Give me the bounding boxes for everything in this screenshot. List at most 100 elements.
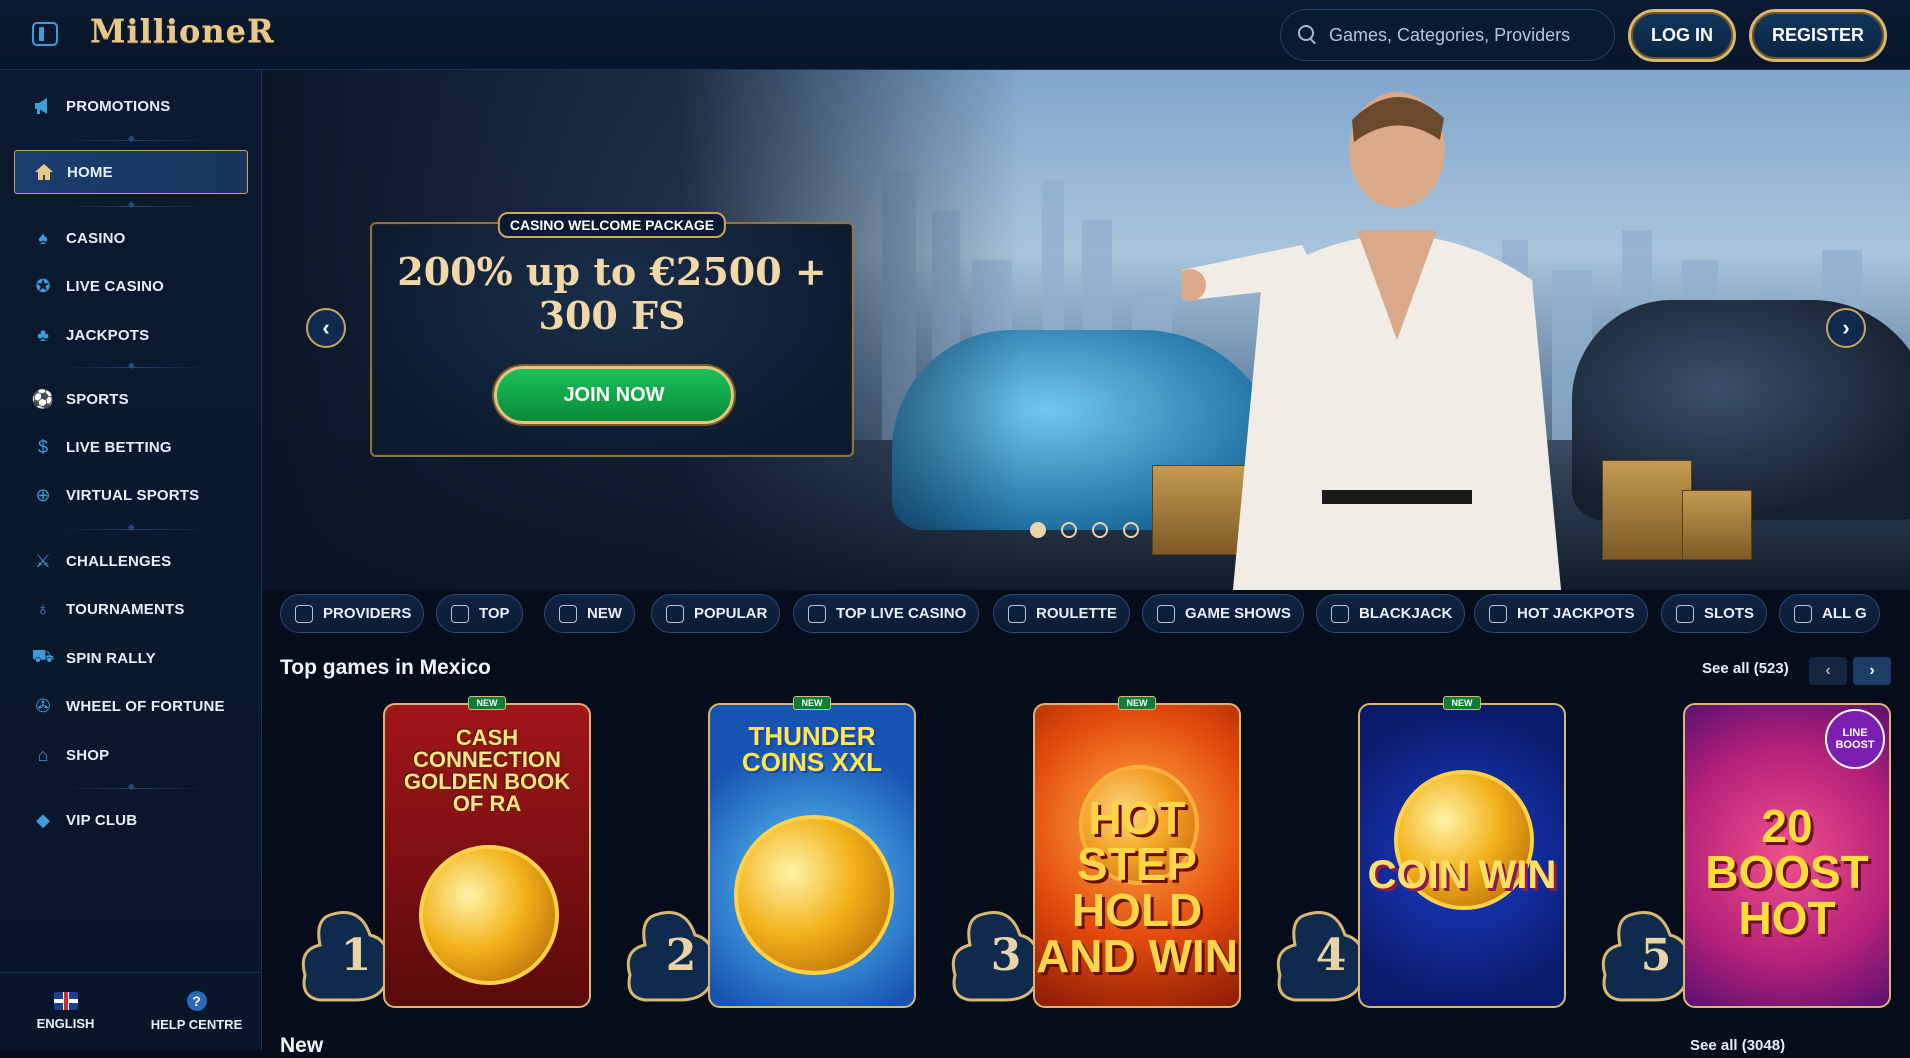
sidebar-item-label: VIP CLUB: [66, 811, 138, 829]
sidebar-item-label: JACKPOTS: [66, 326, 150, 344]
clover-icon: ♣: [37, 324, 49, 345]
chip-label: TOP LIVE CASINO: [836, 605, 967, 622]
sidebar-item-tournaments[interactable]: ♁ TOURNAMENTS: [14, 587, 248, 631]
sidebar-item-label: SPORTS: [66, 390, 129, 408]
sidebar-item-label: HOME: [67, 163, 113, 181]
rank-badge: 2: [625, 905, 715, 1005]
carousel-dot[interactable]: [1061, 522, 1077, 538]
chip-all-games[interactable]: ALL G: [1779, 594, 1880, 633]
sidebar-toggle-icon[interactable]: [32, 22, 58, 46]
see-all-new[interactable]: See all (3048): [1690, 1037, 1785, 1054]
cards-icon: [1331, 604, 1349, 623]
top-games-prev-icon[interactable]: ‹: [1809, 657, 1847, 685]
megaphone-icon: [32, 95, 54, 117]
lightning-icon: [559, 604, 577, 623]
see-all-top-games[interactable]: See all (523): [1702, 660, 1789, 677]
carousel-dots: [1030, 522, 1139, 538]
chip-label: SLOTS: [1704, 605, 1755, 622]
rank-badge: 3: [950, 905, 1040, 1005]
chip-top[interactable]: TOP: [436, 594, 523, 633]
chip-label: ALL G: [1822, 605, 1867, 622]
game-title: 20 BOOST HOT: [1705, 800, 1869, 944]
sidebar-item-wheel-of-fortune[interactable]: ✇ WHEEL OF FORTUNE: [14, 684, 248, 728]
search-box[interactable]: [1280, 9, 1615, 61]
home-icon: [33, 161, 55, 183]
carousel-dot[interactable]: [1092, 522, 1108, 538]
chip-blackjack[interactable]: BLACKJACK: [1316, 594, 1466, 633]
top-games-next-icon[interactable]: ›: [1853, 657, 1891, 685]
chip-popular[interactable]: POPULAR: [651, 594, 781, 633]
sidebar-footer: ENGLISH ? HELP CENTRE: [0, 972, 262, 1050]
live-coin-icon: $: [37, 436, 48, 457]
sidebar: PROMOTIONS HOME ♠ CASINO ✪ LIVE CASINO ♣…: [0, 70, 262, 1050]
game-card[interactable]: 20 BOOST HOT LINE BOOST: [1683, 703, 1891, 1008]
gift-box: [1682, 490, 1752, 560]
chip-roulette[interactable]: ROULETTE: [993, 594, 1130, 633]
basket-icon: ⌂: [37, 744, 49, 765]
section-title-top-games: Top games in Mexico: [280, 656, 491, 679]
hero-prev-arrow-icon[interactable]: ‹: [306, 308, 346, 348]
slot-machine-icon: [1676, 604, 1694, 623]
sidebar-item-casino[interactable]: ♠ CASINO: [14, 216, 248, 260]
help-icon: ?: [186, 991, 207, 1011]
chip-label: TOP: [479, 605, 510, 622]
register-button[interactable]: REGISTER: [1749, 9, 1887, 62]
sidebar-item-label: PROMOTIONS: [66, 97, 171, 115]
sidebar-item-label: VIRTUAL SPORTS: [66, 486, 200, 504]
chip-providers[interactable]: PROVIDERS: [280, 594, 425, 633]
new-badge: NEW: [468, 696, 506, 710]
game-card[interactable]: THUNDER COINS XXL: [708, 703, 916, 1008]
game-card[interactable]: HOT STEP HOLD AND WIN: [1033, 703, 1241, 1008]
brand-logo[interactable]: MillioneR: [90, 12, 275, 50]
login-button[interactable]: LOG IN: [1628, 9, 1736, 62]
section-title-new: New: [280, 1034, 324, 1057]
sidebar-item-live-betting[interactable]: $ LIVE BETTING: [14, 425, 248, 469]
sidebar-item-jackpots[interactable]: ♣ JACKPOTS: [14, 313, 248, 357]
chip-hot-jackpots[interactable]: HOT JACKPOTS: [1474, 594, 1648, 633]
chip-game-shows[interactable]: GAME SHOWS: [1142, 594, 1304, 633]
help-label: HELP CENTRE: [150, 1017, 243, 1032]
new-badge: NEW: [1443, 696, 1481, 710]
join-now-button[interactable]: JOIN NOW: [494, 366, 734, 424]
wheel-icon: ✇: [35, 695, 51, 716]
game-title: COIN WIN: [1367, 853, 1557, 897]
help-centre-link[interactable]: ? HELP CENTRE: [131, 973, 262, 1050]
game-title: HOT STEP HOLD AND WIN: [1036, 792, 1238, 982]
divider: [60, 199, 210, 210]
microphone-icon: [1157, 604, 1175, 623]
sidebar-item-virtual-sports[interactable]: ⊕ VIRTUAL SPORTS: [14, 473, 248, 517]
rank-badge: 1: [300, 905, 390, 1005]
sidebar-item-promotions[interactable]: PROMOTIONS: [14, 84, 248, 128]
sidebar-item-label: WHEEL OF FORTUNE: [66, 697, 225, 715]
sidebar-item-shop[interactable]: ⌂ SHOP: [14, 733, 248, 777]
star-icon: [808, 604, 826, 623]
chili-icon: [1489, 604, 1507, 623]
sidebar-item-home[interactable]: HOME: [14, 150, 248, 194]
carousel-dot[interactable]: [1123, 522, 1139, 538]
chip-icon: ✪: [35, 275, 51, 296]
search-input[interactable]: [1329, 24, 1599, 46]
chip-top-live-casino[interactable]: TOP LIVE CASINO: [793, 594, 980, 633]
sidebar-item-challenges[interactable]: ⚔ CHALLENGES: [14, 539, 248, 583]
carousel-dot[interactable]: [1030, 522, 1046, 538]
chip-new[interactable]: NEW: [544, 594, 635, 633]
game-card[interactable]: CASH CONNECTION GOLDEN BOOK OF RA: [383, 703, 591, 1008]
sidebar-item-label: CHALLENGES: [66, 552, 172, 570]
flame-icon: [666, 604, 684, 623]
promo-tag: CASINO WELCOME PACKAGE: [497, 212, 727, 238]
chip-slots[interactable]: SLOTS: [1661, 594, 1768, 633]
game-card[interactable]: COIN WIN: [1358, 703, 1566, 1008]
sidebar-item-vip-club[interactable]: ◆ VIP CLUB: [14, 798, 248, 842]
uk-flag-icon: [53, 992, 78, 1010]
hero-banner[interactable]: CASINO WELCOME PACKAGE 200% up to €2500 …: [262, 70, 1910, 590]
divider: [60, 360, 210, 371]
roulette-icon: [1008, 604, 1026, 623]
language-selector[interactable]: ENGLISH: [0, 973, 131, 1050]
gift-box: [1602, 460, 1692, 560]
sidebar-item-spin-rally[interactable]: ⛟ SPIN RALLY: [14, 636, 248, 680]
sidebar-item-sports[interactable]: ⚽ SPORTS: [14, 377, 248, 421]
hero-next-arrow-icon[interactable]: ›: [1826, 308, 1866, 348]
sidebar-item-live-casino[interactable]: ✪ LIVE CASINO: [14, 264, 248, 308]
chip-label: NEW: [587, 605, 622, 622]
race-car-icon: ⛟: [31, 646, 55, 666]
